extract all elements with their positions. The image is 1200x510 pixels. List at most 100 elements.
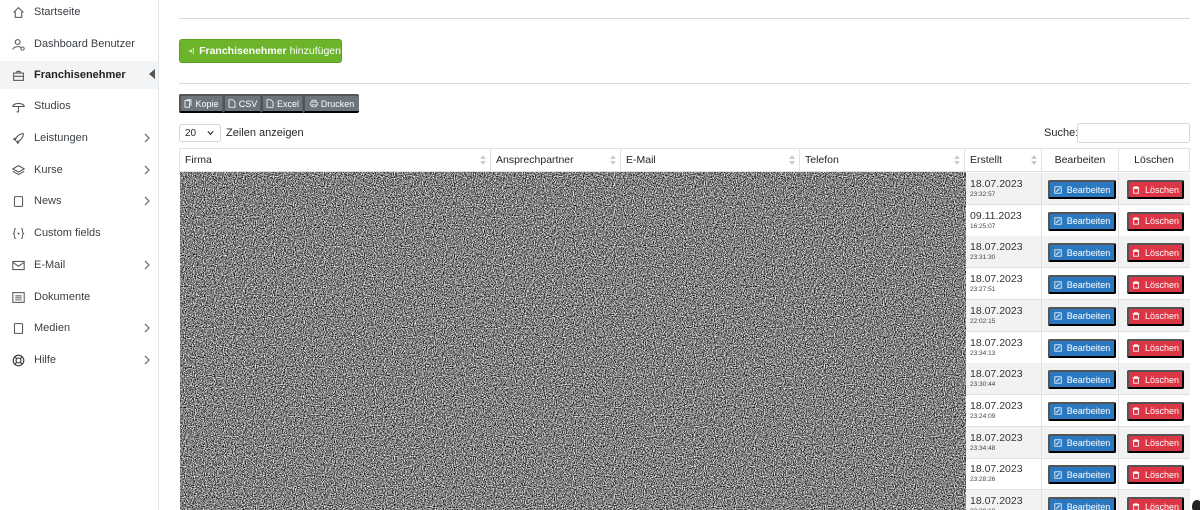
sidebar-item-dashboard-benutzer[interactable]: Dashboard Benutzer xyxy=(0,30,158,58)
delete-button[interactable]: Löschen xyxy=(1127,465,1184,485)
table-row: 18.07.2023 23:24:09 Bearbeiten Löschen xyxy=(966,394,1190,427)
created-time: 23:34:48 xyxy=(970,444,996,452)
edit-icon xyxy=(1054,407,1062,415)
trash-icon xyxy=(1132,407,1140,416)
delete-button[interactable]: Löschen xyxy=(1127,433,1184,453)
sidebar-item-startseite[interactable]: Startseite xyxy=(0,0,158,26)
sidebar-item-label: Leistungen xyxy=(34,132,88,144)
sidebar-item-studios[interactable]: Studios xyxy=(0,92,158,120)
cell-divider xyxy=(1041,299,1042,332)
cell-divider xyxy=(1041,426,1042,459)
cell-divider xyxy=(1041,363,1042,396)
cell-divider xyxy=(1041,268,1042,301)
sidebar-item-kurse[interactable]: Kurse xyxy=(0,156,158,184)
export-copy-button[interactable]: Kopie xyxy=(179,94,223,113)
edit-button[interactable]: Bearbeiten xyxy=(1048,433,1116,453)
edit-button[interactable]: Bearbeiten xyxy=(1048,465,1116,485)
column-header-telefon[interactable]: Telefon xyxy=(800,148,965,172)
export-print-button[interactable]: Drucken xyxy=(303,94,359,113)
user-gear-icon xyxy=(11,37,25,51)
sidebar-item-dokumente[interactable]: Dokumente xyxy=(0,283,158,311)
divider xyxy=(179,83,1190,84)
sort-icon xyxy=(789,155,795,167)
edit-button[interactable]: Bearbeiten xyxy=(1048,370,1116,390)
redacted-region xyxy=(180,172,966,510)
edit-button[interactable]: Bearbeiten xyxy=(1048,338,1116,358)
edit-icon xyxy=(1054,280,1062,289)
sidebar-item-hilfe[interactable]: Hilfe xyxy=(0,346,158,374)
created-date: 18.07.2023 xyxy=(970,463,1023,476)
cell-divider xyxy=(1041,490,1042,510)
created-time: 16:25:07 xyxy=(970,222,996,230)
trash-icon xyxy=(1132,280,1140,289)
delete-button[interactable]: Löschen xyxy=(1127,497,1184,510)
search-label: Suche: xyxy=(1044,127,1079,139)
briefcase-icon xyxy=(11,68,25,82)
trash-icon xyxy=(1132,344,1140,352)
sidebar-item-label: Studios xyxy=(34,100,71,112)
edit-button[interactable]: Bearbeiten xyxy=(1048,275,1116,295)
sidebar-item-label: E-Mail xyxy=(34,259,66,271)
edit-button[interactable]: Bearbeiten xyxy=(1048,497,1116,510)
sidebar-item-custom-fields[interactable]: Custom fields xyxy=(0,219,158,247)
delete-button[interactable]: Löschen xyxy=(1127,211,1184,231)
search-input[interactable] xyxy=(1077,123,1190,143)
delete-button[interactable]: Löschen xyxy=(1127,338,1184,358)
file-icon xyxy=(11,321,25,335)
sidebar-item-label: Medien xyxy=(34,322,71,334)
export-excel-button[interactable]: Excel xyxy=(261,94,303,113)
list-icon xyxy=(11,290,25,304)
edit-button[interactable]: Bearbeiten xyxy=(1048,306,1116,326)
sidebar-item-leistungen[interactable]: Leistungen xyxy=(0,124,158,152)
export-csv-button[interactable]: CSV xyxy=(223,94,261,113)
edit-button[interactable]: Bearbeiten xyxy=(1048,211,1116,231)
sidebar-item-label: Franchisenehmer xyxy=(34,69,126,81)
column-header-e-mail[interactable]: E-Mail xyxy=(621,148,800,172)
sign-in-icon xyxy=(188,48,194,54)
edit-button[interactable]: Bearbeiten xyxy=(1048,180,1116,199)
braces-icon xyxy=(11,226,25,240)
edit-button[interactable]: Bearbeiten xyxy=(1048,243,1116,263)
column-header-ansprechpartner[interactable]: Ansprechpartner xyxy=(491,148,621,172)
trash-icon xyxy=(1132,312,1140,320)
created-time: 23:32:57 xyxy=(970,191,996,198)
column-header-erstellt[interactable]: Erstellt xyxy=(965,148,1042,172)
created-time: 23:31:30 xyxy=(970,254,996,262)
trash-icon xyxy=(1132,502,1140,510)
delete-button[interactable]: Löschen xyxy=(1127,243,1184,263)
chevron-right-icon xyxy=(144,260,150,270)
chevron-right-icon xyxy=(144,196,150,206)
delete-button[interactable]: Löschen xyxy=(1127,401,1184,421)
table-row: 18.07.2023 23:27:51 Bearbeiten Löschen xyxy=(966,268,1190,301)
sidebar-item-medien[interactable]: Medien xyxy=(0,314,158,342)
sidebar-item-franchisenehmer[interactable]: Franchisenehmer xyxy=(0,61,158,89)
cell-divider xyxy=(1118,173,1119,205)
edit-button[interactable]: Bearbeiten xyxy=(1048,401,1116,421)
sidebar-item-e-mail[interactable]: E-Mail xyxy=(0,251,158,279)
cell-divider xyxy=(1118,236,1119,269)
rows-per-page-label: Zeilen anzeigen xyxy=(226,127,304,139)
delete-button[interactable]: Löschen xyxy=(1127,275,1184,295)
cell-divider xyxy=(1118,426,1119,459)
created-time: 23:24:09 xyxy=(970,412,996,420)
delete-button[interactable]: Löschen xyxy=(1127,370,1184,390)
rows-per-page-select[interactable]: 20 xyxy=(179,124,221,142)
cell-divider xyxy=(1118,363,1119,396)
delete-button[interactable]: Löschen xyxy=(1127,306,1184,326)
sidebar-item-news[interactable]: News xyxy=(0,187,158,215)
created-date: 18.07.2023 xyxy=(970,399,1023,412)
chevron-right-icon xyxy=(144,355,150,365)
add-franchisenehmer-button[interactable]: Franchisenehmer hinzufügen xyxy=(179,39,342,63)
chevron-right-icon xyxy=(144,133,150,143)
trash-icon xyxy=(1132,376,1140,384)
edit-icon xyxy=(1054,376,1062,384)
delete-button[interactable]: Löschen xyxy=(1127,180,1184,199)
column-header-firma[interactable]: Firma xyxy=(179,148,491,172)
created-date: 18.07.2023 xyxy=(970,336,1023,349)
trash-icon xyxy=(1132,439,1140,447)
caret-left-icon xyxy=(149,69,155,79)
created-date: 09.11.2023 xyxy=(970,209,1022,222)
created-time: 23:28:26 xyxy=(970,476,996,484)
created-date: 18.07.2023 xyxy=(970,273,1023,286)
add-button-label: hinzufügen xyxy=(289,45,341,57)
